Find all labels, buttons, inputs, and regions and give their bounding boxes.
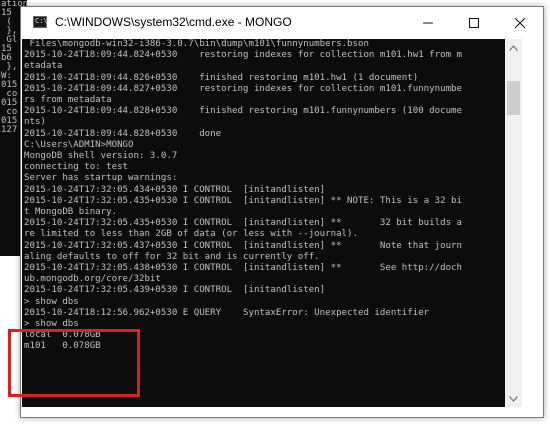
vertical-scrollbar[interactable] [505,39,522,407]
chevron-down-icon [509,395,518,402]
close-icon [515,18,525,28]
console-line: 2015-10-24T18:09:44.826+0530 finished re… [24,72,419,83]
console-line: re limited to less than 2GB of data (or … [24,229,358,240]
console-line: 2015-10-24T17:32:05.437+0530 I CONTROL [… [24,240,462,251]
close-button[interactable] [497,7,543,39]
console-line: 2015-10-24T18:09:44.828+0530 finished re… [24,106,462,117]
console-line: t MongoDB binary. [24,207,118,218]
console-line: 2015-10-24T17:32:05.435+0530 I CONTROL [… [24,195,462,206]
title-bar[interactable]: C:\ C:\WINDOWS\system32\cmd.exe - MONGO [21,7,543,39]
minimize-button[interactable] [405,7,451,39]
window-title: C:\WINDOWS\system32\cmd.exe - MONGO [55,15,292,29]
console-line: C:\Users\ADMIN>MONGO [24,139,134,150]
console-line: Server has startup warnings: [24,173,178,184]
console-line: 2015-10-24T18:09:44.828+0530 done [24,128,222,139]
annotation-highlight-box [8,329,140,397]
maximize-icon [469,18,479,28]
console-line: > show dbs [24,296,79,307]
console-line: 2015-10-24T17:32:05.435+0530 I CONTROL [… [24,218,462,229]
scroll-up-button[interactable] [505,39,522,56]
console-line: 2015-10-24T17:32:05.434+0530 I CONTROL [… [24,184,326,195]
console-line: aling defaults to off for 32 bit and is … [24,251,320,262]
minimize-icon [423,22,433,24]
cmd-app-icon[interactable]: C:\ [33,16,48,28]
maximize-button[interactable] [451,7,497,39]
console-line: 2015-10-24T17:32:05.439+0530 I CONTROL [… [24,285,326,296]
console-line: etadata [24,61,63,72]
scroll-thumb[interactable] [507,81,520,115]
console-line: rs from metadata [24,95,112,106]
scroll-down-button[interactable] [505,390,522,407]
console-line: 2015-10-24T18:09:44.824+0530 restoring i… [24,50,462,61]
console-line: connecting to: test [24,162,129,173]
console-line: 2015-10-24T18:09:44.827+0530 restoring i… [24,83,462,94]
console-line: 2015-10-24T18:12:56.962+0530 E QUERY Syn… [24,307,430,318]
console-line: ub.mongodb.org/core/32bit [24,274,161,285]
console-line: 2015-10-24T17:32:05.438+0530 I CONTROL [… [24,263,462,274]
console-line: nts) [24,117,46,128]
console-line: MongoDB shell version: 3.0.7 [24,151,178,162]
chevron-up-icon [509,44,518,51]
cmd-prompt-glyph: C:\ [35,17,48,25]
console-line: Files\mongodb-win32-i386-3.0.7\bin\dump\… [24,39,369,49]
